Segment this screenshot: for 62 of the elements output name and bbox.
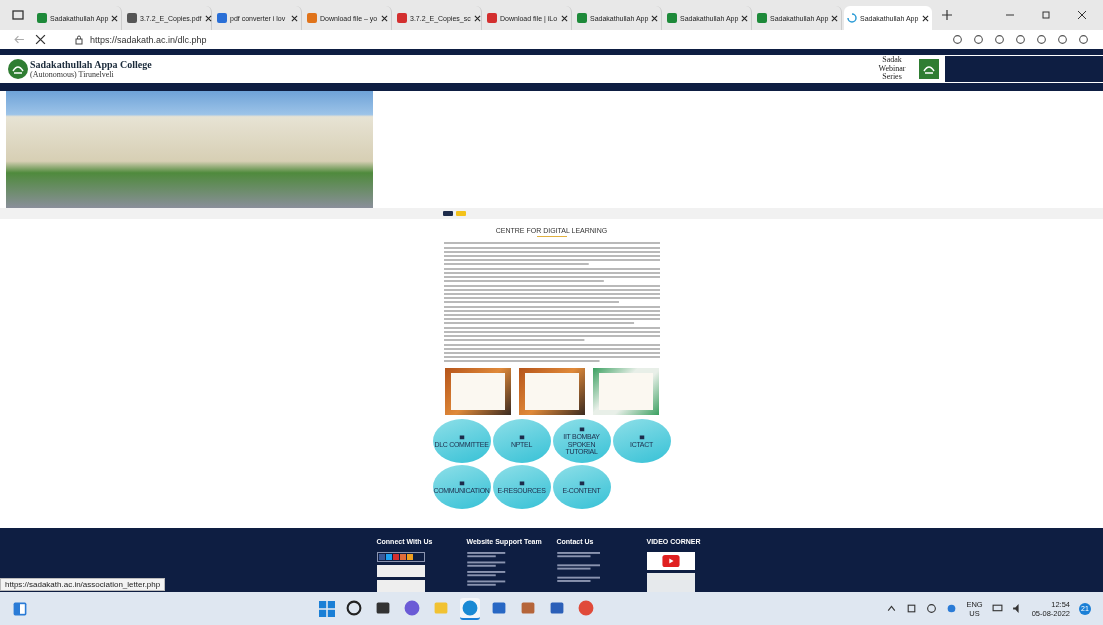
toolbar-icon[interactable] bbox=[1057, 34, 1068, 45]
app-icon bbox=[519, 599, 536, 616]
close-icon[interactable] bbox=[473, 14, 481, 22]
college-name: Sadakathullah Appa College bbox=[30, 59, 152, 70]
close-icon[interactable] bbox=[651, 14, 659, 22]
stop-icon[interactable] bbox=[35, 34, 46, 45]
app-icon bbox=[403, 599, 420, 616]
address-field[interactable]: https://sadakath.ac.in/dlc.php bbox=[74, 34, 207, 45]
close-icon[interactable] bbox=[922, 14, 929, 22]
close-icon[interactable] bbox=[561, 14, 568, 22]
close-icon[interactable] bbox=[291, 14, 298, 22]
college-logo-icon bbox=[8, 59, 28, 79]
close-icon[interactable] bbox=[1077, 10, 1087, 20]
close-icon[interactable] bbox=[741, 14, 749, 22]
banner-image bbox=[376, 580, 425, 592]
app-icon bbox=[577, 599, 594, 616]
banner-image bbox=[376, 565, 425, 577]
toolbar-icon[interactable] bbox=[1015, 34, 1026, 45]
favicon-icon bbox=[577, 13, 587, 23]
restore-icon[interactable] bbox=[1041, 10, 1051, 20]
app-icon bbox=[345, 599, 362, 616]
status-url: https://sadakath.ac.in/association_letter.php bbox=[0, 578, 166, 591]
video-thumbnail[interactable] bbox=[646, 552, 695, 570]
toolbar-icon[interactable] bbox=[1036, 34, 1047, 45]
network-icon[interactable] bbox=[991, 603, 1003, 614]
app-icon bbox=[490, 599, 507, 616]
tab-actions-icon[interactable] bbox=[12, 9, 24, 21]
favicon-icon bbox=[217, 13, 227, 23]
toolbar-icon[interactable] bbox=[1078, 34, 1089, 45]
favicon-icon bbox=[847, 13, 857, 23]
favicon-icon bbox=[127, 13, 137, 23]
webinar-link[interactable]: Sadak Webinar Series bbox=[871, 55, 913, 83]
favicon-icon bbox=[37, 13, 47, 23]
tray-icon[interactable] bbox=[906, 603, 918, 614]
close-icon[interactable] bbox=[831, 14, 839, 22]
favicon-icon bbox=[487, 13, 497, 23]
favicon-icon bbox=[667, 13, 677, 23]
app-icon bbox=[374, 599, 391, 616]
college-logo-icon bbox=[919, 58, 939, 80]
toolbar-icon[interactable] bbox=[952, 34, 963, 45]
favicon-icon bbox=[397, 13, 407, 23]
close-icon[interactable] bbox=[111, 14, 119, 22]
start-icon[interactable] bbox=[318, 600, 335, 617]
toolbar-icon[interactable] bbox=[994, 34, 1005, 45]
app-icon bbox=[461, 599, 478, 616]
favicon-icon bbox=[307, 13, 317, 23]
tray-icon[interactable] bbox=[926, 603, 938, 614]
close-icon[interactable] bbox=[204, 14, 212, 22]
toolbar-icon[interactable] bbox=[973, 34, 984, 45]
lock-icon bbox=[74, 34, 84, 45]
app-icon bbox=[548, 599, 565, 616]
widgets-icon[interactable] bbox=[12, 600, 28, 617]
certificate-image bbox=[592, 368, 659, 415]
college-subtitle: (Autonomous) Tirunelveli bbox=[30, 70, 114, 79]
app-icon bbox=[432, 599, 449, 616]
new-tab-icon[interactable] bbox=[942, 10, 952, 20]
caret-icon[interactable] bbox=[886, 603, 898, 614]
close-icon[interactable] bbox=[381, 14, 388, 22]
certificate-image bbox=[444, 368, 511, 415]
play-icon bbox=[660, 554, 681, 567]
favicon-icon bbox=[757, 13, 767, 23]
certificate-image bbox=[518, 368, 585, 415]
